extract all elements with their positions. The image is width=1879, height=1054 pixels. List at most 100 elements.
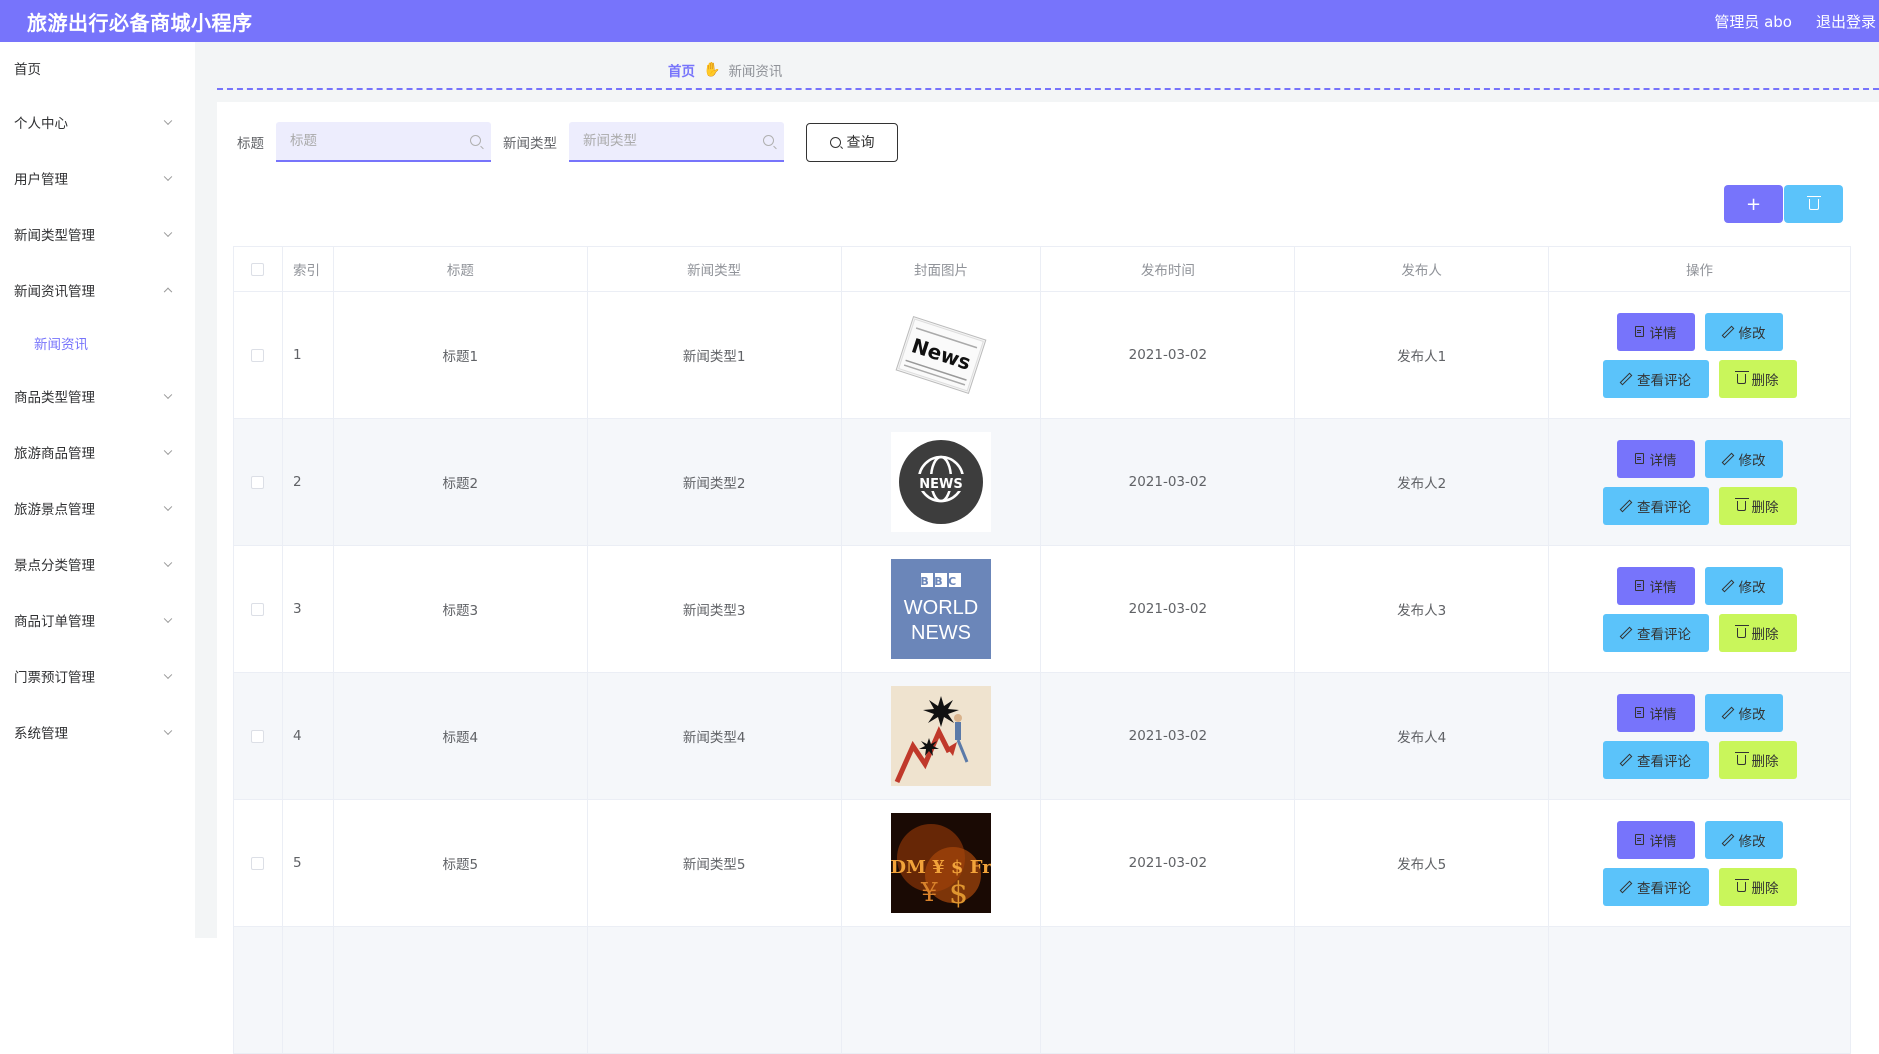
view-comments-label: 查看评论 bbox=[1637, 880, 1692, 897]
publisher-cell: 发布人2 bbox=[1294, 418, 1550, 546]
row-checkbox[interactable] bbox=[251, 856, 265, 870]
view-comments-label: 查看评论 bbox=[1637, 753, 1692, 770]
date-cell bbox=[1040, 926, 1296, 1054]
top-header: 旅游出行必备商城小程序 管理员 abo 退出登录 bbox=[0, 0, 1879, 42]
sidebar-item-label: 新闻类型管理 bbox=[14, 228, 95, 244]
index-cell: 1 bbox=[281, 291, 334, 419]
detail-button[interactable]: 详情 bbox=[1616, 820, 1695, 859]
view-comments-label: 查看评论 bbox=[1637, 626, 1692, 643]
title-cell: 标题5 bbox=[332, 799, 588, 927]
cover-cell: BBC WORLD NEWS bbox=[840, 545, 1042, 673]
delete-button[interactable]: 删除 bbox=[1718, 740, 1797, 779]
detail-button-label: 详情 bbox=[1649, 706, 1677, 723]
plus-icon: + bbox=[1745, 193, 1762, 215]
edit-button-label: 修改 bbox=[1738, 706, 1766, 723]
chevron-down-icon bbox=[163, 502, 173, 512]
operations-cell: 详情 修改 查看评论 删除 bbox=[1548, 418, 1851, 546]
admin-label: 管理员 abo bbox=[1714, 12, 1792, 31]
row-checkbox[interactable] bbox=[251, 729, 265, 743]
sidebar-item-label: 景点分类管理 bbox=[14, 558, 95, 574]
view-comments-button[interactable]: 查看评论 bbox=[1602, 359, 1709, 398]
svg-text:$: $ bbox=[949, 876, 968, 911]
edit-button[interactable]: 修改 bbox=[1704, 820, 1783, 859]
edit-icon bbox=[1620, 500, 1631, 511]
delete-button[interactable]: 删除 bbox=[1718, 867, 1797, 906]
edit-button[interactable]: 修改 bbox=[1704, 693, 1783, 732]
edit-icon bbox=[1722, 707, 1733, 718]
column-header: 标题 bbox=[332, 246, 588, 292]
logout-link[interactable]: 退出登录 bbox=[1816, 11, 1876, 32]
sidebar-item-scenic-spot-management[interactable]: 旅游景点管理 bbox=[0, 480, 195, 536]
sidebar-item-label: 新闻资讯管理 bbox=[14, 284, 95, 300]
detail-button[interactable]: 详情 bbox=[1616, 566, 1695, 605]
app-title: 旅游出行必备商城小程序 bbox=[27, 10, 253, 35]
type-search-input[interactable] bbox=[569, 122, 784, 160]
delete-button[interactable]: 删除 bbox=[1718, 359, 1797, 398]
table-row: 3 标题3 新闻类型3 BBC WORLD NEWS 2021-03-02 发布… bbox=[233, 545, 1851, 673]
sidebar-item-spot-category-management[interactable]: 景点分类管理 bbox=[0, 536, 195, 592]
operations-cell: 详情 修改 查看评论 删除 bbox=[1548, 291, 1851, 419]
publisher-cell: 发布人3 bbox=[1294, 545, 1550, 673]
edit-button[interactable]: 修改 bbox=[1704, 312, 1783, 351]
sidebar-item-product-type-management[interactable]: 商品类型管理 bbox=[0, 368, 195, 424]
batch-delete-button[interactable] bbox=[1784, 185, 1843, 223]
add-button[interactable]: + bbox=[1724, 185, 1783, 223]
edit-button[interactable]: 修改 bbox=[1704, 439, 1783, 478]
index-cell: 4 bbox=[281, 672, 334, 800]
sidebar-item-news-type-management[interactable]: 新闻类型管理 bbox=[0, 206, 195, 262]
column-header: 发布人 bbox=[1294, 246, 1550, 292]
edit-icon bbox=[1722, 580, 1733, 591]
type-filter-label: 新闻类型 bbox=[503, 136, 557, 152]
edit-button[interactable]: 修改 bbox=[1704, 566, 1783, 605]
sidebar: 首页 个人中心 用户管理 新闻类型管理 新闻资讯管理 新闻资讯 商品类型管理 旅… bbox=[0, 42, 195, 938]
sidebar-item-news-management[interactable]: 新闻资讯管理 bbox=[0, 262, 195, 318]
title-filter-label: 标题 bbox=[237, 136, 264, 152]
sidebar-item-label: 门票预订管理 bbox=[14, 670, 95, 686]
date-cell: 2021-03-02 bbox=[1040, 418, 1296, 546]
view-comments-button[interactable]: 查看评论 bbox=[1602, 613, 1709, 652]
sidebar-item-travel-product-management[interactable]: 旅游商品管理 bbox=[0, 424, 195, 480]
title-cell: 标题2 bbox=[332, 418, 588, 546]
market-chart-image bbox=[890, 686, 991, 786]
view-comments-button[interactable]: 查看评论 bbox=[1602, 486, 1709, 525]
main-content: 首页 ✋ 新闻资讯 标题 新闻类型 查询 + bbox=[195, 42, 1879, 1054]
detail-button-label: 详情 bbox=[1649, 579, 1677, 596]
sidebar-item-personal-center[interactable]: 个人中心 bbox=[0, 94, 195, 150]
sidebar-item-system-management[interactable]: 系统管理 bbox=[0, 704, 195, 760]
detail-button[interactable]: 详情 bbox=[1616, 439, 1695, 478]
table-row: 1 标题1 新闻类型1 News 2021-03-02 发布人1 详情 修改 查… bbox=[233, 291, 1851, 419]
delete-button-label: 删除 bbox=[1751, 372, 1779, 389]
delete-button[interactable]: 删除 bbox=[1718, 486, 1797, 525]
detail-button[interactable]: 详情 bbox=[1616, 312, 1695, 351]
cover-cell: NEWS bbox=[840, 418, 1042, 546]
sidebar-item-home[interactable]: 首页 bbox=[0, 42, 195, 94]
delete-button-label: 删除 bbox=[1751, 626, 1779, 643]
delete-button[interactable]: 删除 bbox=[1718, 613, 1797, 652]
sidebar-item-label: 用户管理 bbox=[14, 172, 68, 188]
query-button[interactable]: 查询 bbox=[806, 122, 898, 162]
select-all-checkbox[interactable] bbox=[251, 262, 265, 276]
breadcrumb-home[interactable]: 首页 bbox=[668, 60, 695, 80]
view-comments-button[interactable]: 查看评论 bbox=[1602, 867, 1709, 906]
title-search-input[interactable] bbox=[276, 122, 491, 160]
sidebar-item-order-management[interactable]: 商品订单管理 bbox=[0, 592, 195, 648]
date-cell: 2021-03-02 bbox=[1040, 291, 1296, 419]
breadcrumb: 首页 ✋ 新闻资讯 bbox=[668, 60, 782, 80]
chevron-down-icon bbox=[163, 446, 173, 456]
row-checkbox[interactable] bbox=[251, 348, 265, 362]
row-select-cell bbox=[233, 418, 283, 546]
index-cell: 3 bbox=[281, 545, 334, 673]
detail-button[interactable]: 详情 bbox=[1616, 693, 1695, 732]
row-checkbox[interactable] bbox=[251, 475, 265, 489]
table-row bbox=[233, 926, 1851, 1054]
type-search-field bbox=[569, 122, 784, 162]
delete-button-label: 删除 bbox=[1751, 499, 1779, 516]
sidebar-subitem-news[interactable]: 新闻资讯 bbox=[0, 318, 195, 368]
sidebar-item-label: 商品订单管理 bbox=[14, 614, 95, 630]
edit-button-label: 修改 bbox=[1738, 325, 1766, 342]
breadcrumb-divider bbox=[217, 88, 1879, 90]
sidebar-item-user-management[interactable]: 用户管理 bbox=[0, 150, 195, 206]
row-checkbox[interactable] bbox=[251, 602, 265, 616]
view-comments-button[interactable]: 查看评论 bbox=[1602, 740, 1709, 779]
sidebar-item-ticket-management[interactable]: 门票预订管理 bbox=[0, 648, 195, 704]
